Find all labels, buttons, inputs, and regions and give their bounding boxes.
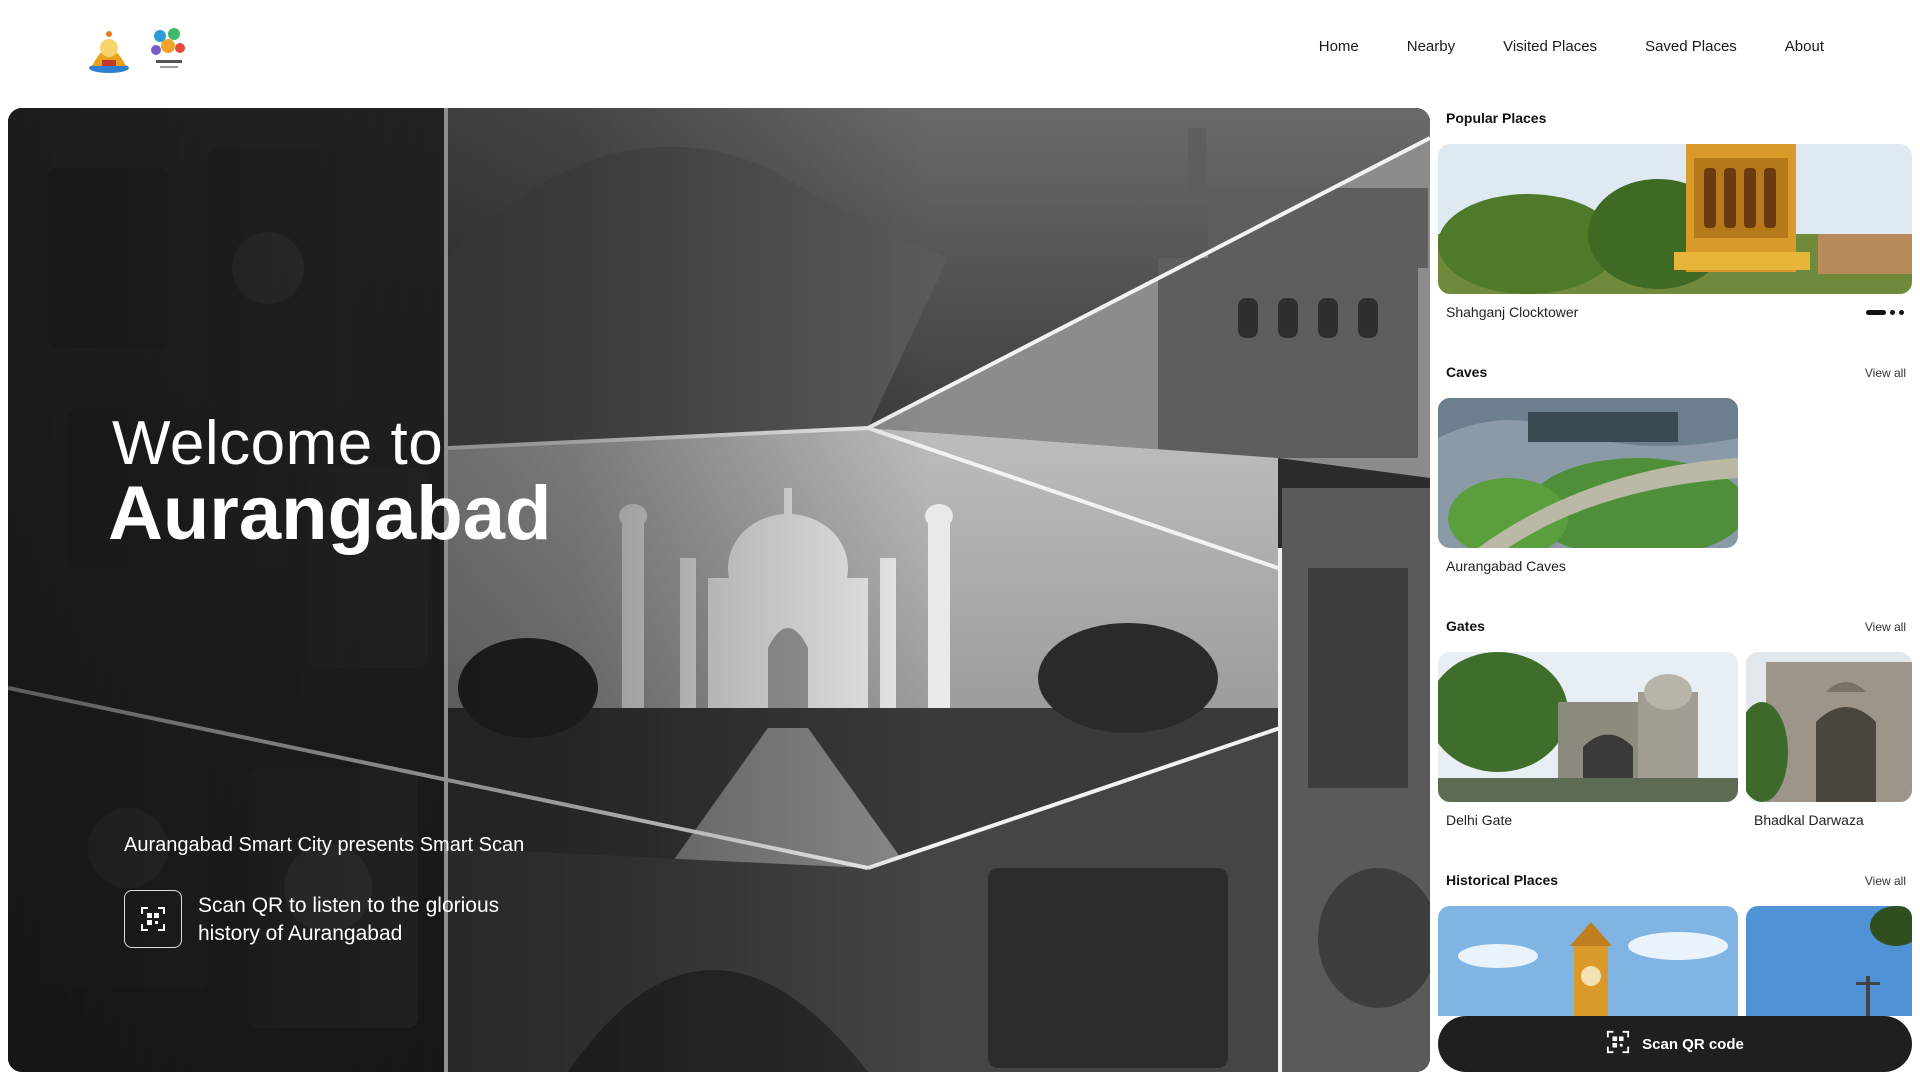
- qr-scan-icon[interactable]: [124, 890, 182, 948]
- gates-view-all-link[interactable]: View all: [1865, 620, 1906, 634]
- carousel-dot-active[interactable]: [1866, 310, 1886, 315]
- caves-card-image[interactable]: [1438, 398, 1738, 548]
- nav-nearby[interactable]: Nearby: [1407, 38, 1455, 55]
- hero-welcome-text: Welcome to: [112, 409, 444, 478]
- carousel-dot[interactable]: [1890, 310, 1895, 315]
- gates-card-image[interactable]: [1746, 652, 1912, 802]
- hero-banner: Welcome to Aurangabad Aurangabad Smart C…: [8, 108, 1430, 1072]
- popular-places-title: Popular Places: [1446, 110, 1547, 126]
- nav-visited-places[interactable]: Visited Places: [1503, 38, 1597, 55]
- hero-tagline: Aurangabad Smart City presents Smart Sca…: [124, 834, 525, 856]
- gates-card-label[interactable]: Delhi Gate: [1446, 812, 1512, 828]
- places-panel: Popular Places Shahganj Clocktower Caves…: [1438, 100, 1912, 1016]
- nav-about[interactable]: About: [1785, 38, 1824, 55]
- app-header: Home Nearby Visited Places Saved Places …: [0, 0, 1920, 100]
- gates-card-image[interactable]: [1438, 652, 1738, 802]
- carousel-indicator[interactable]: [1866, 310, 1904, 315]
- scan-qr-code-label: Scan QR code: [1642, 1035, 1744, 1053]
- nav-saved-places[interactable]: Saved Places: [1645, 38, 1737, 55]
- hero-city-title: Aurangabad: [108, 471, 552, 556]
- caves-title: Caves: [1446, 364, 1488, 380]
- carousel-dot[interactable]: [1899, 310, 1904, 315]
- nav-home[interactable]: Home: [1319, 38, 1359, 55]
- historical-card-image[interactable]: [1746, 906, 1912, 1016]
- gates-title: Gates: [1446, 618, 1485, 634]
- municipal-emblem-logo[interactable]: [86, 24, 132, 76]
- popular-place-image[interactable]: [1438, 144, 1912, 294]
- main-nav: Home Nearby Visited Places Saved Places …: [1319, 38, 1824, 55]
- scan-qr-code-button[interactable]: Scan QR code: [1438, 1016, 1912, 1072]
- gates-card-label[interactable]: Bhadkal Darwaza: [1754, 812, 1864, 828]
- historical-card-image[interactable]: [1438, 906, 1738, 1016]
- popular-place-label[interactable]: Shahganj Clocktower: [1446, 304, 1578, 320]
- caves-view-all-link[interactable]: View all: [1865, 366, 1906, 380]
- historical-places-title: Historical Places: [1446, 872, 1559, 888]
- historical-view-all-link[interactable]: View all: [1865, 874, 1906, 888]
- caves-card-label[interactable]: Aurangabad Caves: [1446, 558, 1566, 574]
- smart-city-logo[interactable]: [146, 24, 192, 76]
- hero-scan-instruction: Scan QR to listen to the glorious histor…: [198, 894, 500, 945]
- qr-scan-icon: [1606, 1030, 1630, 1059]
